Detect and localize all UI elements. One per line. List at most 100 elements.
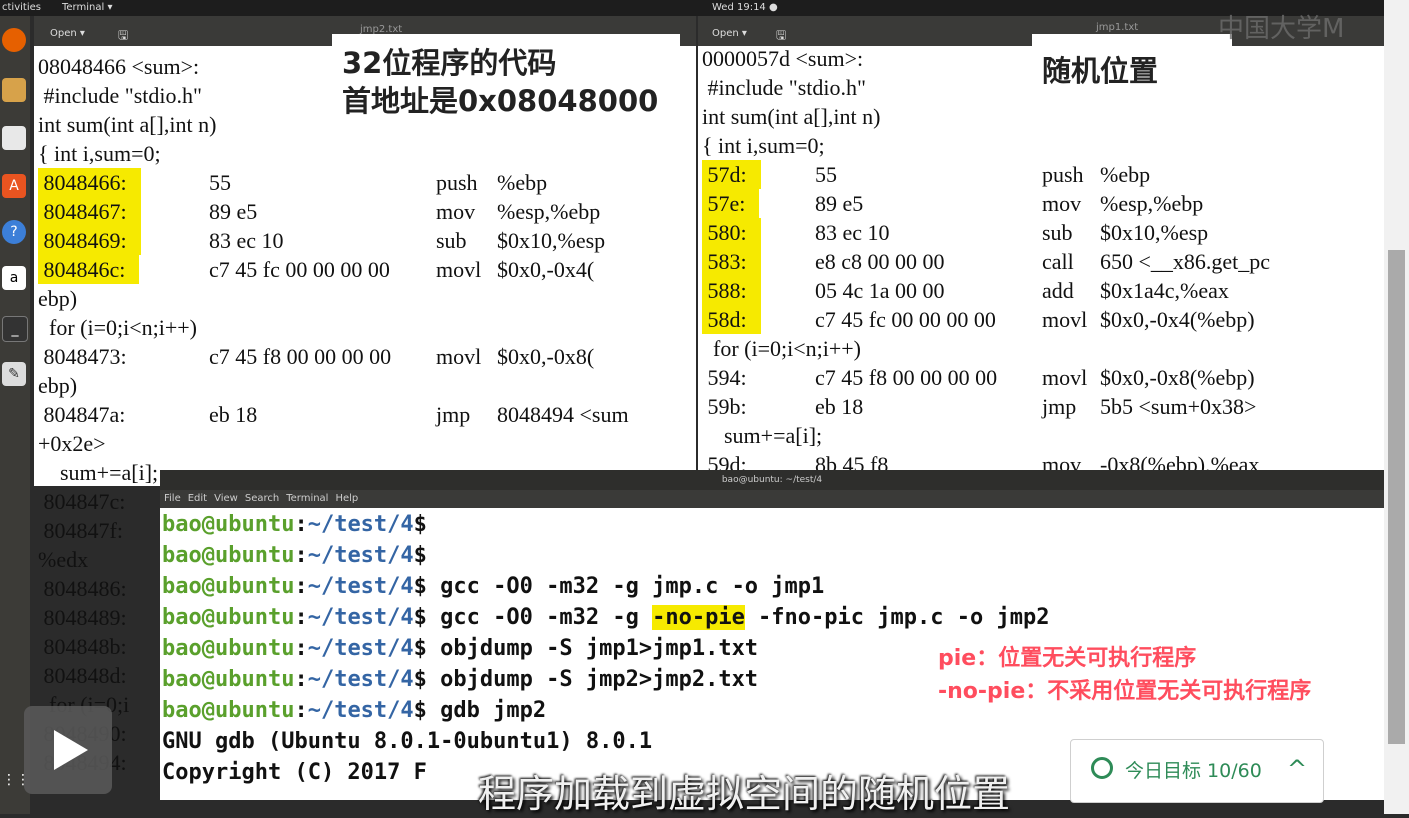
code-addr: 59b: [702,394,747,419]
code-bytes: 55 [815,162,837,187]
terminal-menu-item[interactable]: Help [335,493,358,504]
code-op: movl [436,344,482,369]
daily-goal-widget[interactable]: 今日目标 10/60 ^ [1070,739,1324,803]
code-args: $0x0,-0x8( [497,344,595,369]
code-op: call [1042,249,1074,274]
code-line: 8048473: c7 45 f8 00 00 00 00 movl $0x0,-0x… [38,342,698,371]
disk-icon[interactable] [2,78,26,102]
code-addr: 804847f: [38,518,123,543]
code-bytes: 55 [209,170,231,195]
code-line: 58d: c7 45 fc 00 00 00 00 movl $0x0,-0x4(%e… [702,305,1386,334]
code-addr: 8048489: [38,605,127,630]
code-line: ebp) [38,284,698,313]
code-op: mov [436,199,476,224]
code-line: { int i,sum=0; [702,131,1386,160]
code-bytes: 89 e5 [815,191,864,216]
amazon-icon[interactable]: a [2,266,26,290]
code-bytes: 83 ec 10 [209,228,284,253]
code-addr: sum+=a[i]; [702,423,823,448]
terminal-output-line: GNU gdb (Ubuntu 8.0.1-0ubuntu1) 8.0.1 [162,729,653,754]
annotation-pie: pie：位置无关可执行程序 [938,646,1197,671]
callout-random: 随机位置 [1032,34,1232,122]
terminal-prompt-line: bao@ubuntu:~/test/4$ gdb jmp2 [162,698,547,723]
terminal-app-menu[interactable]: Terminal ▾ [62,2,112,13]
mooc-watermark: 中国大学M [1218,14,1345,44]
prompt-path: ~/test/4 [307,636,414,661]
code-line: ebp) [38,371,698,400]
code-line: 588: 05 4c 1a 00 00 add $0x1a4c,%eax [702,276,1386,305]
files-icon[interactable] [2,126,26,150]
scrollbar-thumb[interactable] [1388,250,1405,744]
code-bytes: c7 45 f8 00 00 00 00 [209,344,392,369]
code-addr: ebp) [38,373,78,398]
highlighted-flag: -no-pie [652,605,745,630]
code-addr: 8048469: [38,226,141,255]
code-op: movl [436,257,482,282]
code-op: push [1042,162,1084,187]
firefox-icon[interactable] [2,28,26,52]
code-line: for (i=0;i<n;i++) [702,334,1386,363]
terminal-menu-item[interactable]: Terminal [286,493,328,504]
code-bytes: c7 45 fc 00 00 00 00 [815,307,996,332]
activities-button[interactable]: ctivities [2,2,41,13]
code-args: $0x10,%esp [497,228,606,253]
terminal-icon[interactable]: _ [2,316,28,342]
page-scrollbar[interactable] [1384,0,1409,814]
prompt-user: bao@ubuntu [162,698,295,723]
code-addr: int sum(int a[],int n) [702,104,881,129]
code-op: movl [1042,365,1088,390]
save-icon[interactable]: 🖫 [118,26,128,47]
clock[interactable]: Wed 19:14 ● [712,2,778,13]
video-subtitle: 程序加载到虚拟空间的随机位置 [478,772,1011,816]
launcher-dock: A ? a _ ✎ ⋮⋮ [0,16,30,814]
open-button[interactable]: Open ▾ [50,28,85,39]
annotation-no-pie: -no-pie：不采用位置无关可执行程序 [938,679,1312,704]
code-addr: 804847a: [38,402,126,427]
terminal-menu-item[interactable]: File [164,493,181,504]
code-line: { int i,sum=0; [38,139,698,168]
code-bytes: c7 45 f8 00 00 00 00 [815,365,998,390]
command-text: gcc -O0 -m32 -g jmp.c -o jmp1 [440,574,825,599]
code-op: jmp [1042,394,1077,419]
code-args: 5b5 <sum+0x38> [1100,394,1257,419]
code-line: 59b: eb 18 jmp 5b5 <sum+0x38> [702,392,1386,421]
help-icon[interactable]: ? [2,220,26,244]
code-addr: 594: [702,365,747,390]
text-editor-icon[interactable]: ✎ [2,362,26,386]
software-center-icon[interactable]: A [2,174,26,198]
code-addr: 0000057d <sum>: [702,46,864,71]
code-op: sub [436,228,467,253]
code-op: jmp [436,402,471,427]
code-bytes: c7 45 fc 00 00 00 00 [209,257,390,282]
chevron-up-icon[interactable]: ^ [1287,738,1307,800]
editor-title: jmp1.txt [1096,22,1139,33]
open-button[interactable]: Open ▾ [712,28,747,39]
editor-window-jmp1: Open ▾ 🖫 jmp1.txt 0000057d <sum>: #inclu… [698,16,1386,477]
terminal-output: bao@ubuntu:~/test/4$ bao@ubuntu:~/test/4… [162,509,1049,788]
terminal-prompt-line: bao@ubuntu:~/test/4$ objdump -S jmp1>jmp… [162,636,759,661]
show-apps-icon[interactable]: ⋮⋮ [2,768,30,792]
editor-window-jmp2: Open ▾ 🖫 jmp2.txt 08048466 <sum>: #inclu… [34,16,698,775]
prompt-user: bao@ubuntu [162,512,295,537]
code-line: 8048469: 83 ec 10 sub $0x10,%esp [38,226,698,255]
code-line: 594: c7 45 f8 00 00 00 00 movl $0x0,-0x8(%e… [702,363,1386,392]
prompt-path: ~/test/4 [307,667,414,692]
top-panel: ctivities Terminal ▾ Wed 19:14 ● [0,0,1409,16]
code-bytes: 83 ec 10 [815,220,890,245]
play-button[interactable] [24,706,112,794]
terminal-menu-item[interactable]: Search [245,493,279,504]
prompt-user: bao@ubuntu [162,636,295,661]
code-addr: 58d: [702,305,761,334]
code-op: add [1042,278,1074,303]
code-line: +0x2e> [38,429,698,458]
callout-line: 随机位置 [1042,54,1159,88]
terminal-menu-item[interactable]: Edit [188,493,207,504]
terminal-prompt-line: bao@ubuntu:~/test/4$ gcc -O0 -m32 -g -no… [162,605,1050,630]
prompt-path: ~/test/4 [307,574,414,599]
code-bytes: e8 c8 00 00 00 [815,249,945,274]
terminal-menu-item[interactable]: View [214,493,238,504]
code-line: sum+=a[i]; [702,421,1386,450]
prompt-user: bao@ubuntu [162,543,295,568]
code-op: sub [1042,220,1073,245]
callout-line: 32位程序的代码 [342,46,557,80]
